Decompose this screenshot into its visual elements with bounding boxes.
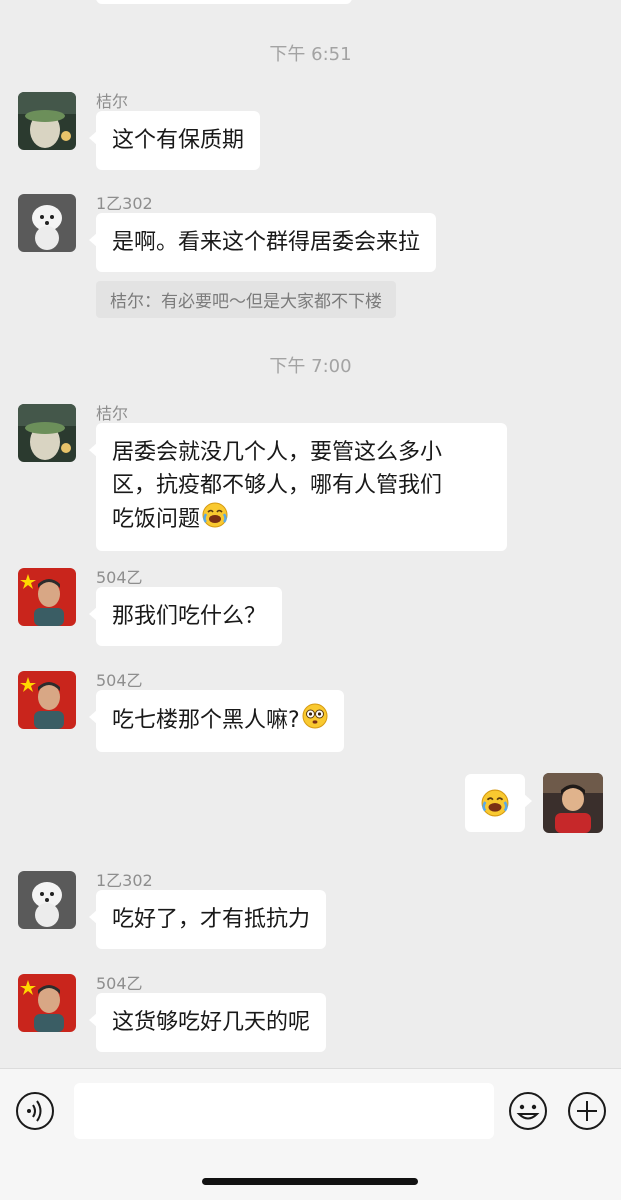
message-bubble[interactable]: 吃好了，才有抵抗力 [88, 890, 327, 949]
smiley-icon[interactable] [508, 1091, 548, 1135]
message-bubble[interactable]: 这个有保质期 [88, 111, 261, 170]
message-bubble[interactable]: 这货够吃好几天的呢 [88, 993, 327, 1052]
my-message-bubble[interactable] [465, 774, 532, 832]
laughing-crying-emoji [202, 502, 228, 538]
message-bubble[interactable]: 吃七楼那个黑人嘛? [89, 690, 344, 752]
message-text: 吃七楼那个黑人嘛? [112, 708, 300, 733]
sender-name: 504乙 [96, 568, 143, 587]
sender-name: 504乙 [96, 671, 143, 690]
sender-name: 桔尔 [96, 92, 129, 111]
message-text: 那我们吃什么？ [112, 604, 267, 629]
message-text-line: 吃饭问题 [112, 502, 491, 538]
voice-icon[interactable] [15, 1091, 55, 1135]
avatar-1b302[interactable] [18, 194, 76, 252]
message-bubble[interactable]: 居委会就没几个人，要管这么多小 区，抗疫都不够人，哪有人管我们 吃饭问题 [89, 423, 507, 551]
message-text-line: 居委会就没几个人，要管这么多小 [112, 440, 443, 465]
message-input[interactable] [74, 1083, 494, 1139]
laughing-crying-emoji [481, 789, 509, 827]
message-text: 这货够吃好几天的呢 [112, 1010, 311, 1035]
avatar-self[interactable] [543, 773, 603, 833]
sender-name: 504乙 [96, 974, 143, 993]
message-text: 是啊。看来这个群得居委会来拉 [112, 230, 421, 255]
avatar-1b302[interactable] [18, 871, 76, 929]
avatar-jueer[interactable] [18, 404, 76, 462]
avatar-504b[interactable] [18, 974, 76, 1032]
sender-name: 1乙302 [96, 871, 153, 890]
message-text: 这个有保质期 [112, 128, 245, 153]
quoted-reply[interactable]: 桔尔：有必要吧～但是大家都不下楼 [96, 281, 396, 318]
previous-message-bubble [96, 0, 352, 4]
timestamp: 下午 7:00 [269, 356, 352, 377]
message-bubble[interactable]: 是啊。看来这个群得居委会来拉 [88, 213, 437, 272]
sender-name: 桔尔 [96, 404, 129, 423]
timestamp: 下午 6:51 [269, 44, 352, 65]
flushed-emoji [302, 703, 328, 739]
avatar-504b[interactable] [18, 568, 76, 626]
avatar-504b[interactable] [18, 671, 76, 729]
home-indicator [202, 1178, 418, 1185]
avatar-jueer[interactable] [18, 92, 76, 150]
message-bubble[interactable]: 那我们吃什么？ [88, 587, 283, 646]
plus-icon[interactable] [567, 1091, 607, 1135]
message-text-line-end: 吃饭问题 [112, 507, 201, 532]
sender-name: 1乙302 [96, 194, 153, 213]
message-text-line: 区，抗疫都不够人，哪有人管我们 [112, 473, 443, 498]
message-text: 吃好了，才有抵抗力 [112, 907, 311, 932]
